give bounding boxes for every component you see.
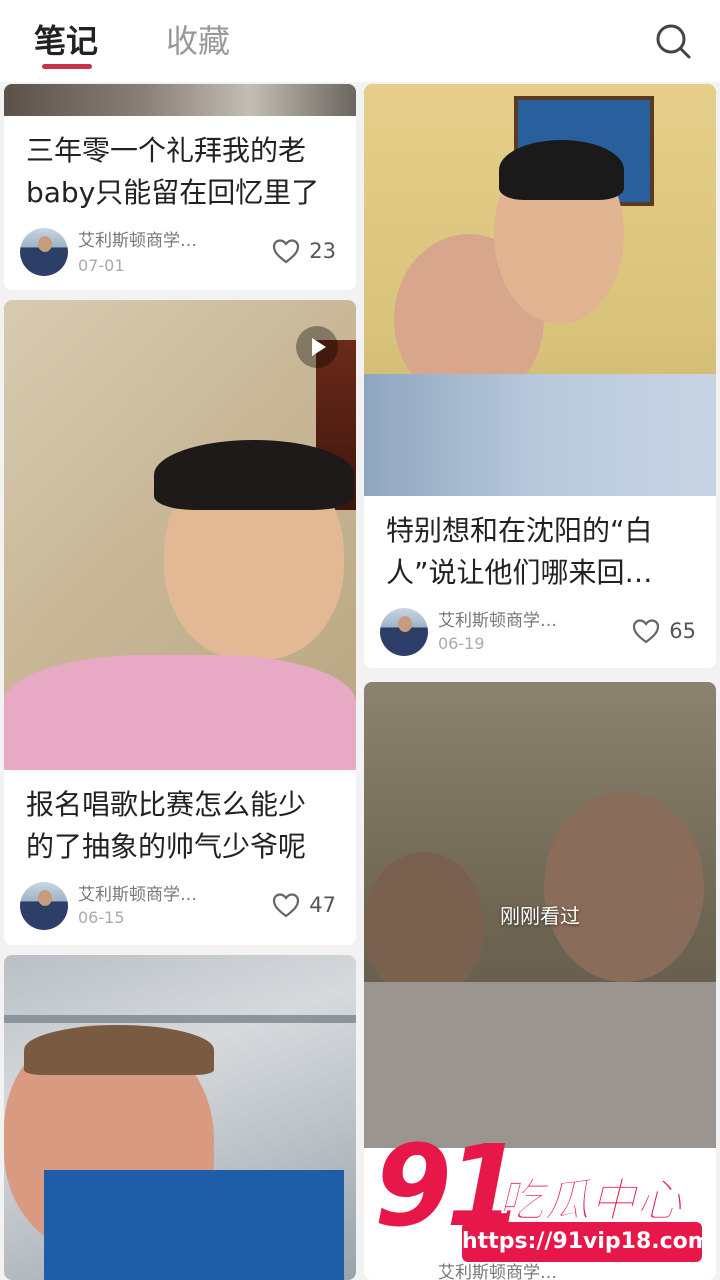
search-button[interactable] — [650, 18, 696, 64]
top-tab-bar: 笔记 收藏 — [0, 0, 720, 82]
play-icon — [312, 338, 326, 356]
watermark-logo: 91 吃瓜中心 https://91vip18.com — [374, 1122, 720, 1280]
note-card[interactable]: 三年零一个礼拜我的老 baby只能留在回忆里了 艾利斯顿商学… 07-01 23 — [4, 84, 356, 290]
like-button[interactable]: 47 — [271, 888, 336, 922]
note-cover-image: 刚刚看过 — [364, 682, 716, 1148]
like-button[interactable]: 23 — [271, 234, 336, 268]
author-name[interactable]: 艾利斯顿商学… — [78, 880, 197, 905]
watermark-url: https://91vip18.com — [462, 1222, 711, 1262]
note-cover-image — [4, 84, 356, 116]
tab-favorites[interactable]: 收藏 — [166, 16, 230, 62]
watermark-text: 吃瓜中心 — [498, 1173, 683, 1228]
author-name[interactable]: 艾利斯顿商学… — [438, 606, 557, 631]
note-title: 特别想和在沈阳的“白 — [386, 514, 653, 547]
note-title-line2: 的了抽象的帅气少爷呢 — [26, 830, 307, 863]
like-count: 65 — [669, 619, 696, 643]
note-title: 三年零一个礼拜我的老 — [26, 134, 307, 167]
note-card[interactable]: 报名唱歌比赛怎么能少 的了抽象的帅气少爷呢 艾利斯顿商学… 06-15 47 — [4, 300, 356, 945]
note-title: 报名唱歌比赛怎么能少 — [26, 788, 307, 821]
tab-notes[interactable]: 笔记 — [34, 16, 98, 62]
note-card[interactable]: 特别想和在沈阳的“白 人”说让他们哪来回… 艾利斯顿商学… 06-19 65 — [364, 84, 716, 668]
search-icon — [656, 24, 691, 59]
active-tab-indicator — [42, 64, 92, 69]
like-count: 23 — [309, 239, 336, 263]
note-cover-image — [4, 300, 356, 770]
recently-viewed-label: 刚刚看过 — [500, 904, 580, 928]
note-title-line2: baby只能留在回忆里了 — [26, 176, 320, 209]
heart-outline-icon — [633, 619, 660, 644]
avatar[interactable] — [20, 228, 68, 276]
like-count: 47 — [309, 893, 336, 917]
heart-outline-icon — [273, 893, 300, 918]
heart-outline-icon — [273, 239, 300, 264]
note-card[interactable] — [4, 955, 356, 1280]
avatar[interactable] — [20, 882, 68, 930]
video-badge — [296, 326, 338, 368]
note-cover-image — [364, 84, 716, 496]
avatar[interactable] — [380, 608, 428, 656]
note-cover-image — [4, 955, 356, 1280]
author-name[interactable]: 艾利斯顿商学… — [78, 226, 197, 251]
note-title-line2: 人”说让他们哪来回… — [386, 556, 653, 589]
post-date: 06-15 — [78, 908, 125, 927]
post-date: 06-19 — [438, 634, 485, 653]
post-date: 07-01 — [78, 256, 125, 275]
like-button[interactable]: 65 — [631, 614, 696, 648]
